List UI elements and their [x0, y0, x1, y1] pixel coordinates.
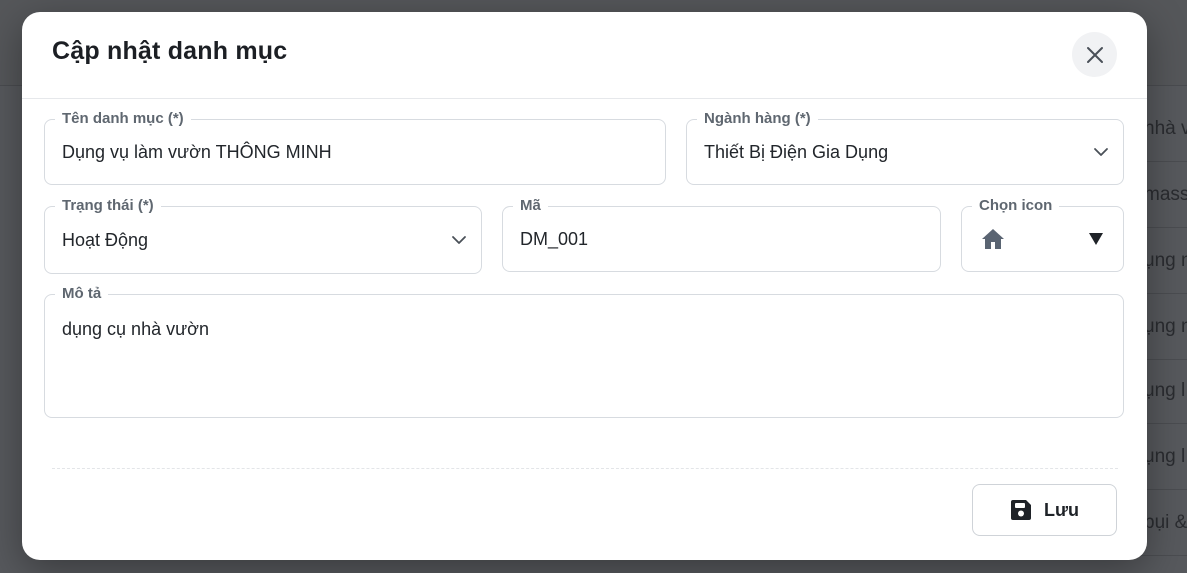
save-label: Lưu [1043, 499, 1080, 520]
industry-select[interactable]: Ngành hàng (*) Thiết Bị Điện Gia Dụng [686, 109, 1124, 185]
category-name-label: Tên danh mục (*) [55, 109, 191, 129]
chevron-down-icon [452, 236, 466, 244]
status-label: Trạng thái (*) [55, 196, 161, 216]
home-icon [982, 229, 1004, 249]
category-name-field[interactable]: Tên danh mục (*) Dụng vụ làm vườn THÔNG … [44, 109, 666, 185]
status-value: Hoạt Động [62, 230, 149, 250]
background-row-text: mass [1144, 184, 1187, 205]
description-label: Mô tả [55, 284, 109, 304]
code-label: Mã [513, 196, 548, 216]
category-name-value: Dụng vụ làm vườn THÔNG MINH [62, 142, 332, 162]
code-field[interactable]: Mã DM_001 [502, 196, 941, 272]
modal-header: Cập nhật danh mục [22, 12, 1147, 99]
description-value: dụng cụ nhà vườn [62, 319, 209, 339]
background-row-text: ụng n [1144, 316, 1187, 337]
floppy-disk-icon [1010, 500, 1031, 520]
description-field[interactable]: Mô tả dụng cụ nhà vườn [44, 284, 1124, 418]
background-row-text: nhà v [1144, 118, 1187, 139]
close-button[interactable] [1072, 32, 1117, 77]
icon-picker-label: Chọn icon [972, 196, 1060, 216]
update-category-modal: Cập nhật danh mục Tên danh mục (*) Dụng … [22, 12, 1147, 560]
footer-divider [52, 468, 1118, 469]
modal-title: Cập nhật danh mục [52, 37, 288, 65]
status-select[interactable]: Trạng thái (*) Hoạt Động [44, 196, 482, 274]
code-value: DM_001 [520, 229, 589, 249]
background-row-text: bụi & [1144, 512, 1187, 533]
caret-down-icon [1089, 233, 1103, 245]
industry-label: Ngành hàng (*) [697, 109, 818, 129]
save-button[interactable]: Lưu [972, 484, 1117, 536]
icon-picker[interactable]: Chọn icon [961, 196, 1124, 272]
industry-value: Thiết Bị Điện Gia Dụng [704, 142, 889, 162]
close-icon [1086, 46, 1103, 63]
background-row-text: ụng n [1144, 250, 1187, 271]
background-row-text: ụng l [1144, 446, 1186, 467]
background-row-text: ụng l [1144, 380, 1186, 401]
chevron-down-icon [1094, 148, 1108, 156]
